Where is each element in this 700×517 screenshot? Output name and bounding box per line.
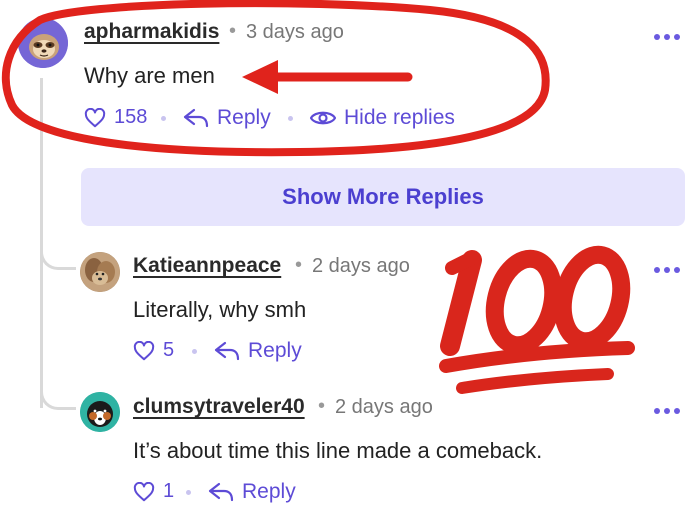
annotation-arrow bbox=[242, 60, 413, 94]
hundred-points-emoji-icon bbox=[439, 245, 635, 394]
